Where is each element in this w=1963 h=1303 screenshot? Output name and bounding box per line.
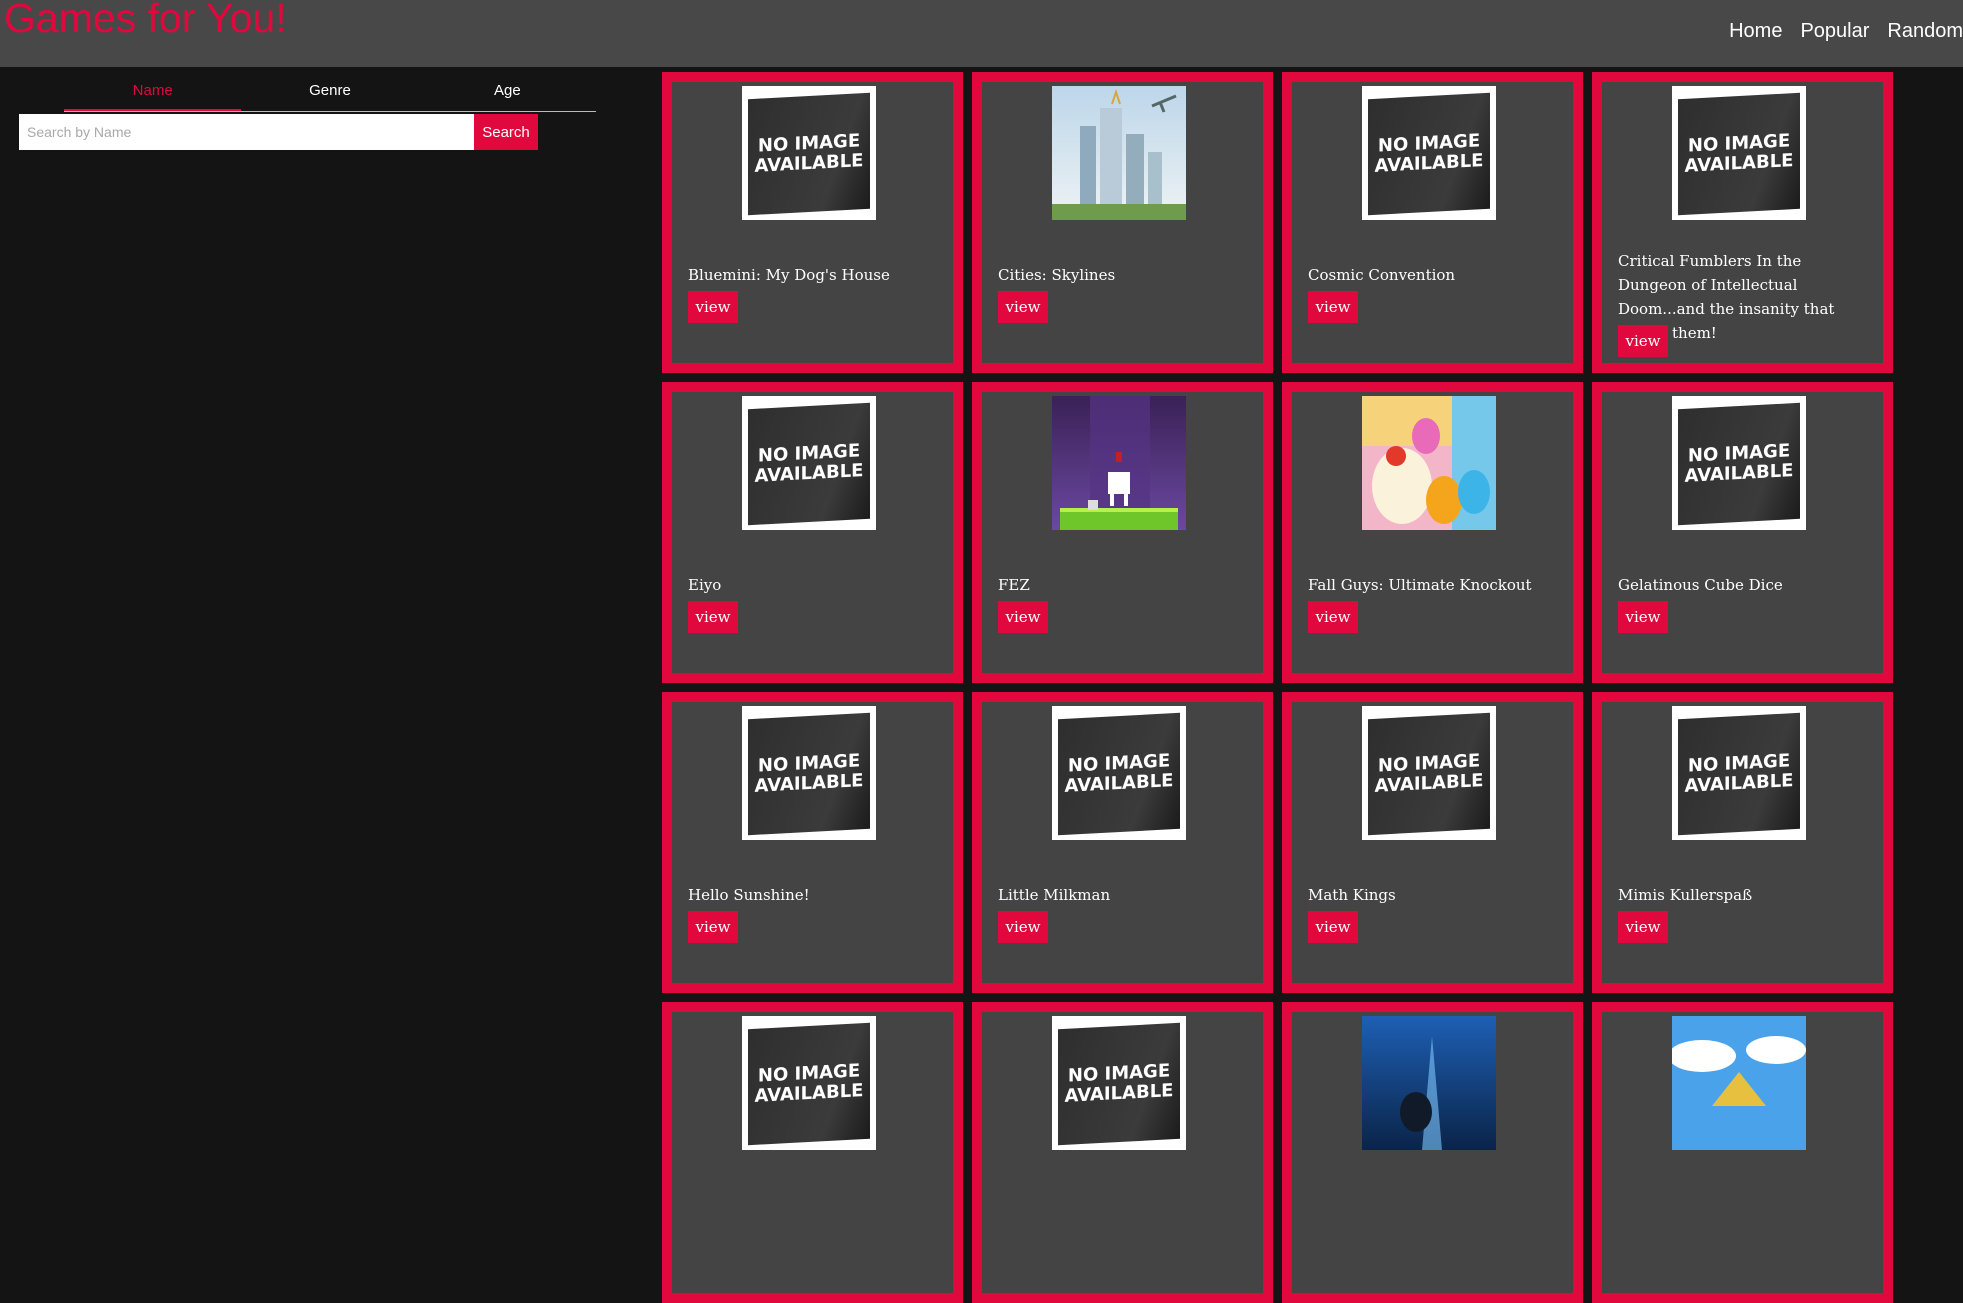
game-thumbnail bbox=[1362, 1016, 1496, 1150]
tab-name[interactable]: Name bbox=[64, 80, 242, 111]
game-card: Fall Guys: Ultimate Knockout view bbox=[1282, 382, 1583, 683]
search-button[interactable]: Search bbox=[474, 114, 538, 150]
game-title: Fall Guys: Ultimate Knockout bbox=[1308, 576, 1532, 594]
filter-tabs: Name Genre Age bbox=[64, 80, 596, 112]
view-button[interactable]: view bbox=[688, 911, 738, 943]
game-card: NO IMAGE AVAILABLE Hello Sunshine! view bbox=[662, 692, 963, 993]
view-button[interactable]: view bbox=[1618, 325, 1668, 357]
view-button[interactable]: view bbox=[1308, 911, 1358, 943]
site-brand[interactable]: Games for You! bbox=[4, 0, 287, 43]
no-image-placeholder: NO IMAGE AVAILABLE bbox=[1362, 706, 1496, 840]
game-title: Hello Sunshine! bbox=[688, 886, 810, 904]
view-button[interactable]: view bbox=[1618, 911, 1668, 943]
game-title: Cosmic Convention bbox=[1308, 266, 1456, 284]
game-card: NO IMAGE AVAILABLE bbox=[972, 1002, 1273, 1303]
no-image-placeholder: NO IMAGE AVAILABLE bbox=[1672, 706, 1806, 840]
no-image-line: AVAILABLE bbox=[754, 1080, 864, 1107]
game-title: Cities: Skylines bbox=[998, 266, 1116, 284]
no-image-line: AVAILABLE bbox=[754, 460, 864, 487]
no-image-placeholder: NO IMAGE AVAILABLE bbox=[742, 1016, 876, 1150]
tab-genre[interactable]: Genre bbox=[241, 80, 418, 111]
no-image-placeholder: NO IMAGE AVAILABLE bbox=[742, 706, 876, 840]
no-image-placeholder: NO IMAGE AVAILABLE bbox=[1362, 86, 1496, 220]
game-thumbnail: NO IMAGE AVAILABLE bbox=[1052, 706, 1186, 840]
game-card: NO IMAGE AVAILABLE bbox=[662, 1002, 963, 1303]
game-thumbnail: NO IMAGE AVAILABLE bbox=[1672, 706, 1806, 840]
view-button[interactable]: view bbox=[998, 911, 1048, 943]
no-image-placeholder: NO IMAGE AVAILABLE bbox=[1672, 396, 1806, 530]
game-thumbnail bbox=[1672, 1016, 1806, 1150]
game-cover-image bbox=[1362, 396, 1496, 530]
game-card: NO IMAGE AVAILABLE Mimis Kullerspaß view bbox=[1592, 692, 1893, 993]
game-title: Mimis Kullerspaß bbox=[1618, 886, 1753, 904]
nav-popular-link[interactable]: Popular bbox=[1800, 20, 1869, 43]
no-image-line: AVAILABLE bbox=[754, 150, 864, 177]
game-title: Eiyo bbox=[688, 576, 722, 594]
view-button[interactable]: view bbox=[1308, 291, 1358, 323]
game-card: NO IMAGE AVAILABLE Cosmic Convention view bbox=[1282, 72, 1583, 373]
no-image-line: AVAILABLE bbox=[1064, 1080, 1174, 1107]
game-thumbnail: NO IMAGE AVAILABLE bbox=[1362, 86, 1496, 220]
no-image-line: AVAILABLE bbox=[1684, 460, 1794, 487]
game-thumbnail bbox=[1362, 396, 1496, 530]
games-grid: NO IMAGE AVAILABLE Bluemini: My Dog's Hous… bbox=[662, 72, 1893, 1303]
game-card: NO IMAGE AVAILABLE Critical Fumblers In th… bbox=[1592, 72, 1893, 373]
game-card: FEZ view bbox=[972, 382, 1273, 683]
tab-age[interactable]: Age bbox=[419, 80, 596, 111]
main-nav: Home Popular Random bbox=[1729, 20, 1963, 43]
no-image-line: AVAILABLE bbox=[1684, 770, 1794, 797]
no-image-placeholder: NO IMAGE AVAILABLE bbox=[1052, 706, 1186, 840]
game-thumbnail bbox=[1052, 396, 1186, 530]
view-button[interactable]: view bbox=[688, 291, 738, 323]
game-thumbnail: NO IMAGE AVAILABLE bbox=[742, 1016, 876, 1150]
game-card: NO IMAGE AVAILABLE Bluemini: My Dog's Hous… bbox=[662, 72, 963, 373]
no-image-placeholder: NO IMAGE AVAILABLE bbox=[1672, 86, 1806, 220]
game-cover-image bbox=[1052, 396, 1186, 530]
game-card: NO IMAGE AVAILABLE Eiyo view bbox=[662, 382, 963, 683]
game-card: NO IMAGE AVAILABLE Gelatinous Cube Dice vie… bbox=[1592, 382, 1893, 683]
nav-random-link[interactable]: Random bbox=[1887, 20, 1963, 43]
view-button[interactable]: view bbox=[998, 601, 1048, 633]
game-thumbnail: NO IMAGE AVAILABLE bbox=[742, 396, 876, 530]
game-thumbnail: NO IMAGE AVAILABLE bbox=[1052, 1016, 1186, 1150]
game-thumbnail: NO IMAGE AVAILABLE bbox=[742, 706, 876, 840]
no-image-placeholder: NO IMAGE AVAILABLE bbox=[742, 396, 876, 530]
no-image-line: AVAILABLE bbox=[1374, 150, 1484, 177]
game-cover-image bbox=[1052, 86, 1186, 220]
game-card: NO IMAGE AVAILABLE Math Kings view bbox=[1282, 692, 1583, 993]
game-thumbnail bbox=[1052, 86, 1186, 220]
game-title: Bluemini: My Dog's House bbox=[688, 266, 890, 284]
game-card: Cities: Skylines view bbox=[972, 72, 1273, 373]
game-card bbox=[1592, 1002, 1893, 1303]
game-title: FEZ bbox=[998, 576, 1030, 594]
search-input[interactable] bbox=[19, 114, 474, 150]
no-image-line: AVAILABLE bbox=[754, 770, 864, 797]
no-image-placeholder: NO IMAGE AVAILABLE bbox=[1052, 1016, 1186, 1150]
no-image-line: AVAILABLE bbox=[1684, 150, 1794, 177]
top-navbar: Games for You! Home Popular Random bbox=[0, 0, 1963, 67]
game-cover-image bbox=[1362, 1016, 1496, 1150]
no-image-line: AVAILABLE bbox=[1064, 770, 1174, 797]
view-button[interactable]: view bbox=[1618, 601, 1668, 633]
no-image-line: AVAILABLE bbox=[1374, 770, 1484, 797]
game-title: Little Milkman bbox=[998, 886, 1111, 904]
game-thumbnail: NO IMAGE AVAILABLE bbox=[1672, 396, 1806, 530]
game-thumbnail: NO IMAGE AVAILABLE bbox=[1672, 86, 1806, 220]
game-thumbnail: NO IMAGE AVAILABLE bbox=[1362, 706, 1496, 840]
view-button[interactable]: view bbox=[688, 601, 738, 633]
no-image-placeholder: NO IMAGE AVAILABLE bbox=[742, 86, 876, 220]
game-title: Gelatinous Cube Dice bbox=[1618, 576, 1783, 594]
nav-home-link[interactable]: Home bbox=[1729, 20, 1782, 43]
game-card bbox=[1282, 1002, 1583, 1303]
view-button[interactable]: view bbox=[998, 291, 1048, 323]
game-thumbnail: NO IMAGE AVAILABLE bbox=[742, 86, 876, 220]
game-card: NO IMAGE AVAILABLE Little Milkman view bbox=[972, 692, 1273, 993]
game-cover-image bbox=[1672, 1016, 1806, 1150]
game-title: Math Kings bbox=[1308, 886, 1396, 904]
view-button[interactable]: view bbox=[1308, 601, 1358, 633]
